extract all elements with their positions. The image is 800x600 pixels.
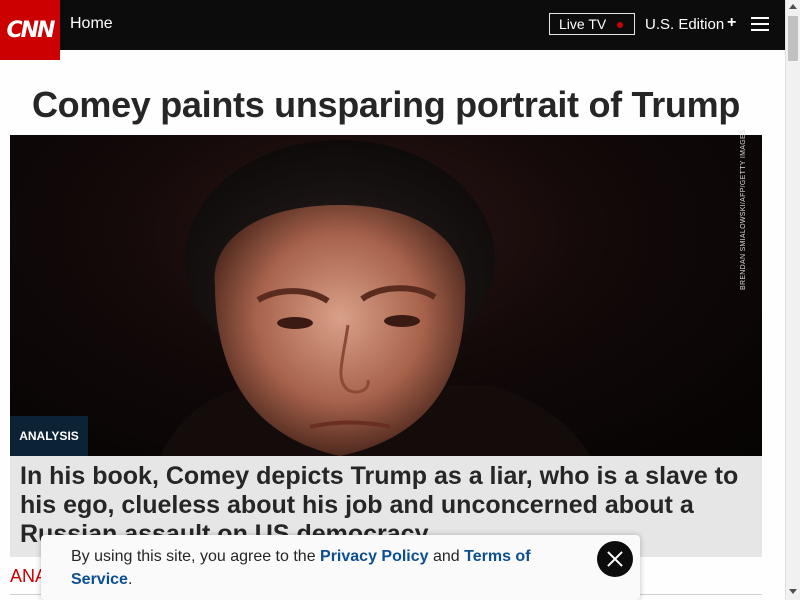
cookie-text-after: . — [127, 571, 133, 588]
cookie-consent-banner: By using this site, you agree to the Pri… — [41, 535, 640, 600]
scroll-down-arrow-icon[interactable] — [789, 589, 797, 594]
hero-image[interactable] — [10, 135, 762, 456]
cnn-logo[interactable]: CNN — [0, 0, 60, 60]
privacy-policy-link[interactable]: Privacy Policy — [320, 548, 429, 565]
top-navigation-bar: CNN Home Live TV U.S. Edition + — [0, 0, 785, 60]
edition-selector[interactable]: U.S. Edition — [645, 16, 724, 33]
scroll-up-arrow-icon[interactable] — [789, 4, 797, 9]
plus-icon[interactable]: + — [727, 14, 736, 32]
close-icon[interactable] — [597, 541, 633, 577]
home-link[interactable]: Home — [70, 15, 113, 33]
live-tv-label: Live TV — [559, 16, 607, 32]
logo-text: CNN — [6, 17, 56, 43]
analysis-tag[interactable]: ANALYSIS — [10, 416, 88, 456]
scrollbar[interactable] — [785, 0, 800, 600]
portrait-illustration — [160, 140, 590, 456]
menu-icon[interactable] — [751, 17, 769, 31]
cookie-text-middle: and — [428, 548, 465, 565]
live-indicator-icon — [617, 22, 623, 28]
image-credit: BRENDAN SMIALOWSKI/AFP/GETTY IMAGES — [740, 129, 747, 290]
cookie-text-before: By using this site, you agree to the — [71, 548, 321, 565]
cookie-message: By using this site, you agree to the Pri… — [71, 545, 571, 591]
live-tv-button[interactable]: Live TV — [549, 13, 635, 35]
scrollbar-thumb[interactable] — [788, 16, 798, 61]
article-headline: Comey paints unsparing portrait of Trump — [31, 84, 741, 125]
